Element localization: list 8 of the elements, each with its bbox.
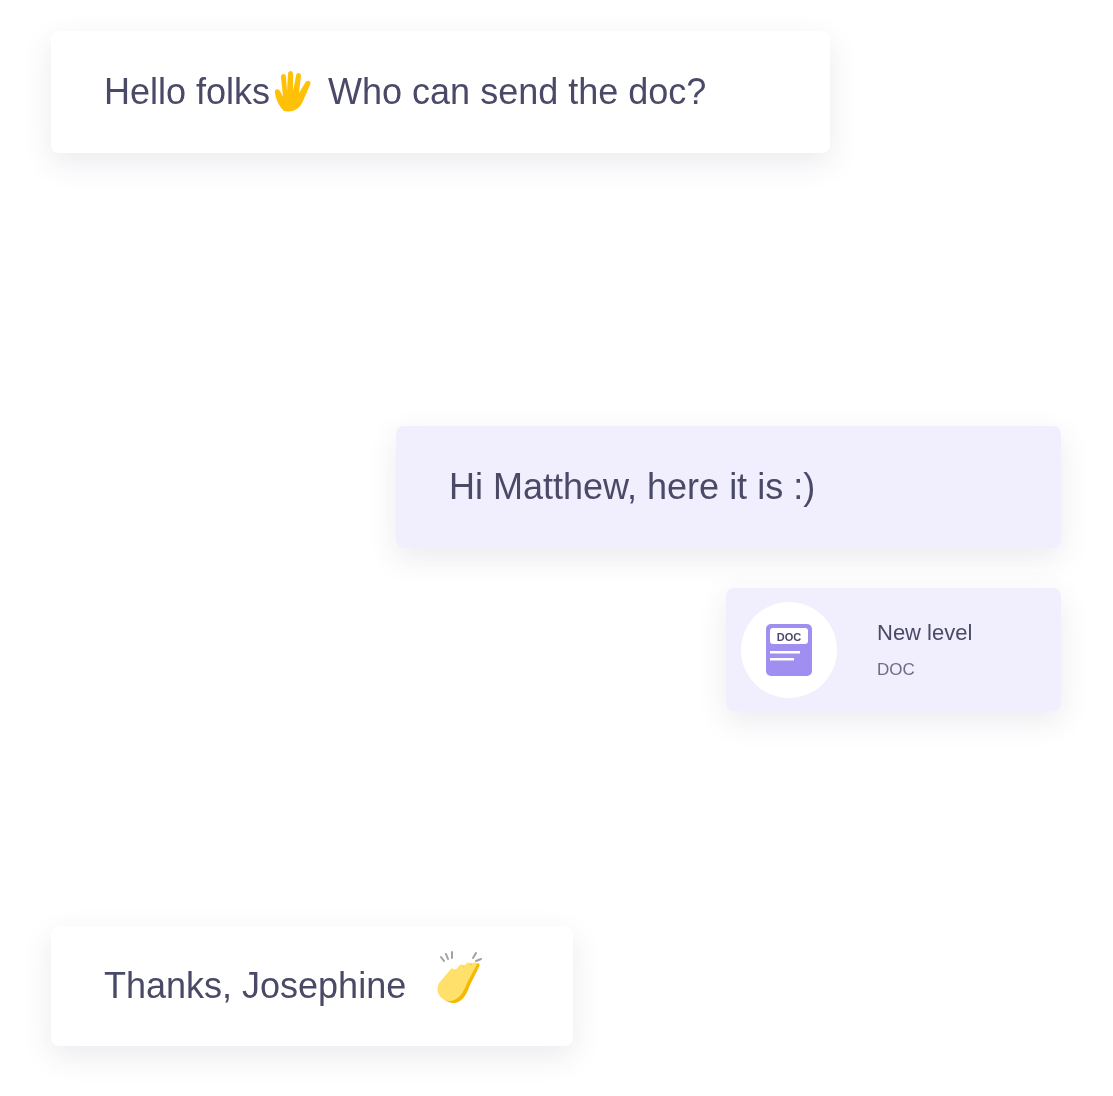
message-text: Who can send the doc?	[328, 70, 707, 114]
file-type: DOC	[877, 659, 916, 682]
file-card[interactable]: DOC New level DOC	[726, 588, 1061, 711]
document-icon: DOC	[766, 623, 812, 676]
message-text: Thanks, Josephine	[104, 964, 407, 1008]
message-text: Hi Matthew, here it is :)	[449, 465, 816, 509]
message-text: Hello folks	[104, 70, 271, 114]
file-name: New level	[877, 619, 973, 648]
